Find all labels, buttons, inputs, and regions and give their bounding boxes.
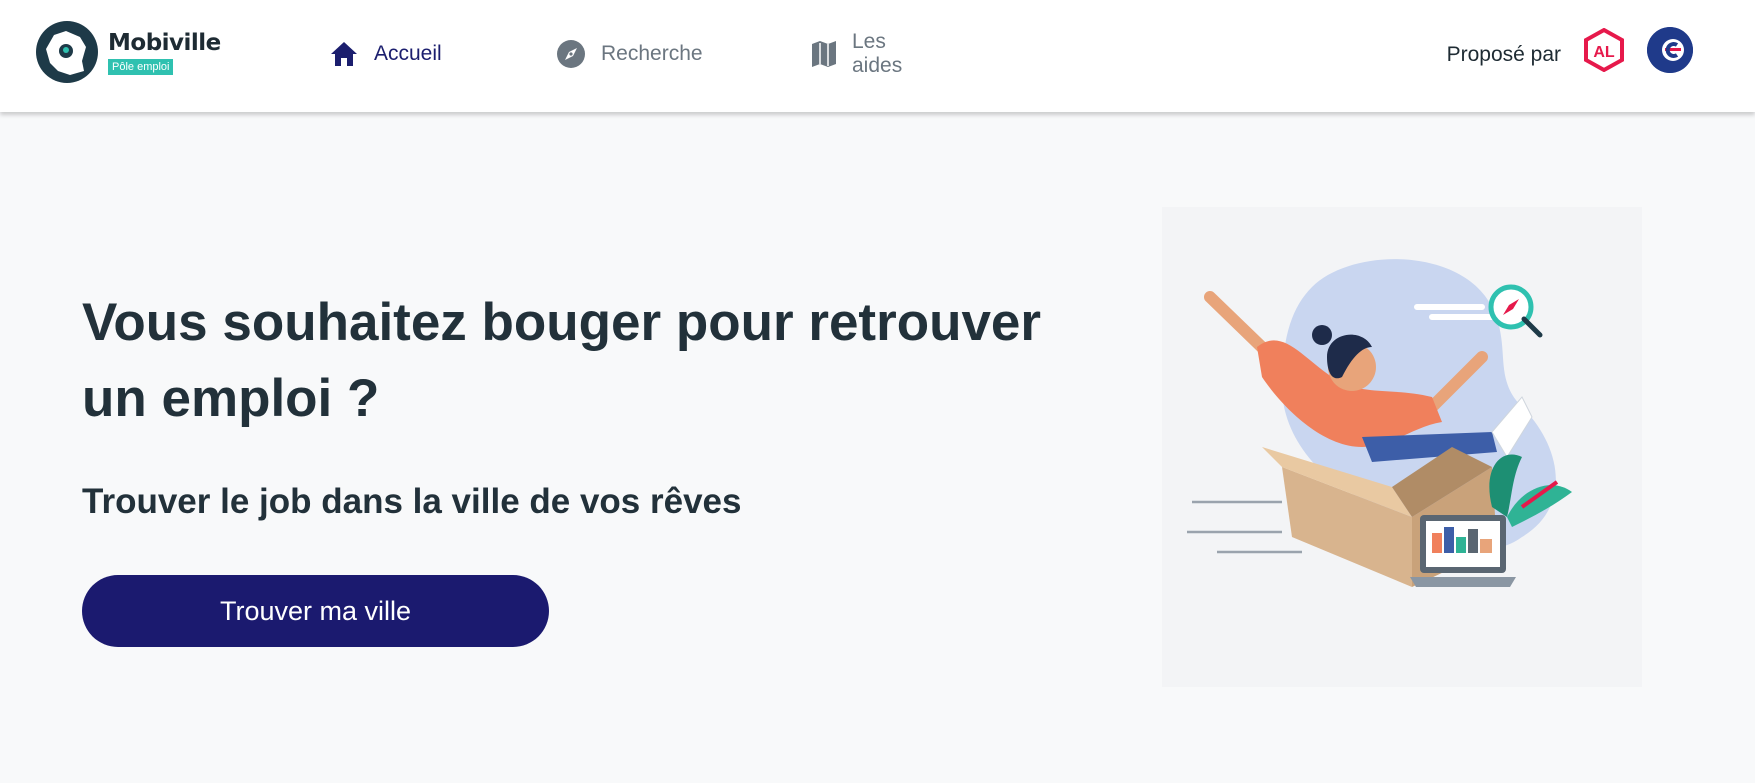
find-my-city-button[interactable]: Trouver ma ville	[82, 575, 549, 647]
hero-subtitle: Trouver le job dans la ville de vos rêve…	[82, 482, 742, 521]
nav-item-label: Accueil	[374, 42, 442, 65]
compass-icon	[555, 38, 587, 70]
brand-name: Mobiville	[108, 30, 221, 56]
brand-text: Mobiville Pôle emploi	[108, 29, 221, 75]
map-icon	[810, 38, 838, 70]
brand-tag: Pôle emploi	[108, 59, 174, 75]
nav-item-recherche[interactable]: Recherche	[555, 36, 703, 72]
nav-item-label: Les aides	[852, 30, 903, 77]
nav-item-label: Recherche	[601, 42, 703, 65]
svg-text:AL: AL	[1593, 44, 1615, 61]
mobiville-logo-icon	[36, 21, 98, 83]
partners-label: Proposé par	[1446, 43, 1561, 66]
person-in-moving-box-illustration	[1162, 207, 1642, 687]
home-icon	[328, 38, 360, 70]
top-navigation-bar: Mobiville Pôle emploi Accueil Recherche	[0, 0, 1755, 112]
nav-item-les-aides[interactable]: Les aides	[810, 30, 906, 77]
nav-item-accueil[interactable]: Accueil	[328, 36, 442, 72]
hero-title: Vous souhaitez bouger pour retrouver un …	[82, 293, 1042, 428]
brand-home-link[interactable]: Mobiville Pôle emploi	[36, 21, 221, 83]
action-logement-logo[interactable]: AL	[1583, 27, 1647, 77]
partners: Proposé par AL	[1446, 26, 1693, 78]
pole-emploi-logo[interactable]	[1647, 26, 1693, 78]
